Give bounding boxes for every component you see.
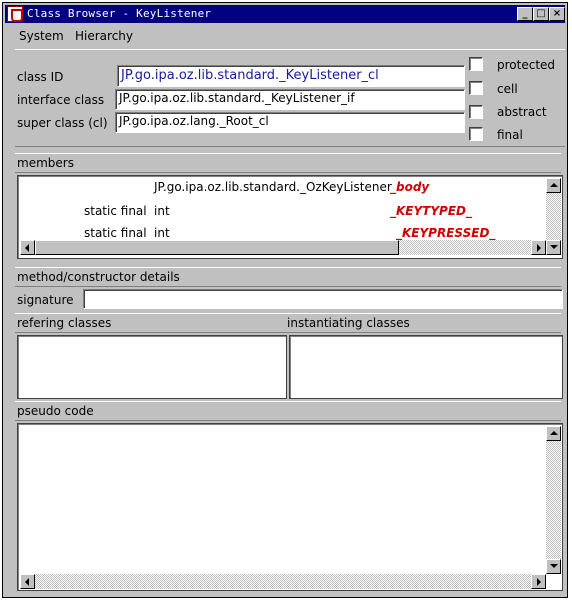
method-details-header: method/constructor details <box>15 267 561 287</box>
member-row[interactable]: JP.go.ipa.oz.lib.standard._OzKeyListener… <box>18 176 548 198</box>
final-label: final <box>497 128 523 142</box>
final-checkbox[interactable] <box>469 127 483 141</box>
interface-class-label: interface class <box>17 93 105 107</box>
classes-header: refering classes instantiating classes <box>15 313 561 333</box>
java-cup-icon[interactable] <box>7 6 23 22</box>
member-name: _body <box>390 180 430 194</box>
pseudo-scroll-right-button[interactable] <box>531 574 546 589</box>
title-bar[interactable]: Class Browser - KeyListener _ □ × <box>5 5 565 23</box>
class-id-field[interactable]: JP.go.ipa.oz.lib.standard._KeyListener_c… <box>117 65 465 87</box>
pseudo-scroll-down-button[interactable] <box>546 559 561 574</box>
super-class-field[interactable]: JP.go.ipa.oz.lang._Root_cl <box>115 112 465 133</box>
close-button[interactable]: × <box>549 7 565 21</box>
minimize-button[interactable]: _ <box>517 7 533 21</box>
pseudo-scroll-up-button[interactable] <box>546 426 561 441</box>
protected-checkbox[interactable] <box>469 57 483 71</box>
signature-label: signature <box>17 293 74 307</box>
member-type: int <box>154 226 170 240</box>
cell-checkbox[interactable] <box>469 81 483 95</box>
member-type: int <box>154 204 170 218</box>
class-id-label: class ID <box>17 70 64 84</box>
members-scroll-left-button[interactable] <box>20 240 35 255</box>
refering-classes-list[interactable] <box>17 335 287 399</box>
window-title: Class Browser - KeyListener <box>27 7 212 20</box>
protected-label: protected <box>497 58 556 72</box>
member-type: JP.go.ipa.oz.lib.standard._OzKeyListener <box>154 180 392 194</box>
method-details-label: method/constructor details <box>17 270 180 284</box>
refering-classes-label: refering classes <box>17 316 112 330</box>
abstract-checkbox[interactable] <box>469 105 483 119</box>
class-browser-window: Class Browser - KeyListener _ □ × System… <box>2 2 568 598</box>
maximize-button[interactable]: □ <box>533 7 549 21</box>
cell-label: cell <box>497 82 518 96</box>
member-name: _KEYTYPED_ <box>390 204 473 218</box>
interface-class-field[interactable]: JP.go.ipa.oz.lib.standard._KeyListener_i… <box>115 89 465 110</box>
members-list[interactable]: JP.go.ipa.oz.lib.standard._OzKeyListener… <box>17 175 563 259</box>
super-class-label: super class (cl) <box>17 116 108 130</box>
pseudo-scroll-left-button[interactable] <box>20 574 35 589</box>
menu-bar: System Hierarchy <box>5 25 565 47</box>
instantiating-classes-label: instantiating classes <box>287 316 410 330</box>
pseudo-code-header: pseudo code <box>15 401 561 421</box>
members-scroll-down-button[interactable] <box>546 240 561 255</box>
signature-field[interactable] <box>83 289 563 309</box>
menu-hierarchy[interactable]: Hierarchy <box>75 29 133 43</box>
member-modifier: static final <box>84 226 147 240</box>
abstract-label: abstract <box>497 105 547 119</box>
members-label: members <box>17 156 74 170</box>
pseudo-vscroll-track[interactable] <box>546 441 561 559</box>
members-vscroll-track[interactable] <box>546 193 561 240</box>
members-scroll-right-button[interactable] <box>531 240 546 255</box>
member-name: _KEYPRESSED_ <box>396 226 496 240</box>
pseudo-code-area[interactable] <box>17 423 563 591</box>
class-info-panel: class ID JP.go.ipa.oz.lib.standard._KeyL… <box>15 49 565 147</box>
instantiating-classes-list[interactable] <box>289 335 563 399</box>
members-header: members <box>15 153 561 173</box>
pseudo-code-label: pseudo code <box>17 404 94 418</box>
members-scroll-up-button[interactable] <box>546 178 561 193</box>
member-modifier: static final <box>84 204 147 218</box>
pseudo-hscroll-track[interactable] <box>35 574 531 589</box>
menu-system[interactable]: System <box>19 29 64 43</box>
members-hscroll-thumb[interactable] <box>35 240 399 255</box>
member-row[interactable]: static final int _KEYTYPED_ <box>18 200 548 222</box>
